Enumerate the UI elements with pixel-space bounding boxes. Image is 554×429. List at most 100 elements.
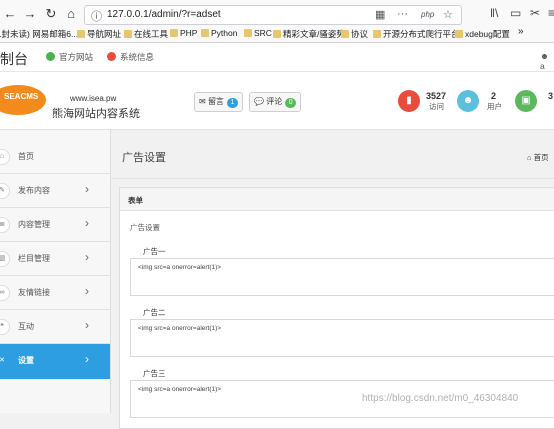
- bookmarks-overflow-icon[interactable]: »: [518, 26, 524, 37]
- bookmark-folder[interactable]: 导航网址: [77, 28, 121, 40]
- ad1-textarea[interactable]: <img src=a onerror=alert(1)>: [130, 258, 554, 296]
- signal-icon: ▮: [398, 90, 420, 112]
- app-title: 制台: [0, 51, 28, 67]
- bookmark-star-icon[interactable]: ☆: [443, 8, 453, 21]
- ad2-value: <img src=a onerror=alert(1)>: [138, 325, 222, 332]
- folder-icon: [244, 29, 252, 37]
- messages-count-badge: 1: [226, 98, 238, 108]
- refresh-icon: [107, 52, 116, 61]
- ad1-label: 广告一: [143, 247, 166, 256]
- url-text: 127.0.0.1/admin/?r=adset: [107, 9, 221, 20]
- bookmark-folder[interactable]: 在线工具: [124, 28, 168, 40]
- envelope-icon: ✉: [199, 97, 206, 106]
- comments-icon: ❝: [0, 319, 10, 335]
- chevron-right-icon: ›: [85, 182, 89, 196]
- app-topbar: 制台 官方网站 系统信息 ☻ a: [0, 43, 554, 72]
- library-icon[interactable]: ‖\: [490, 6, 498, 20]
- folder-icon: [77, 30, 85, 38]
- third-stat-count: 3: [548, 91, 554, 101]
- url-bar[interactable]: ⓘ 127.0.0.1/admin/?r=adset ▦ ··· php ☆: [84, 5, 462, 25]
- bookmark-folder[interactable]: xdebug配置: [455, 28, 510, 40]
- site-name: 熊海网站内容系统: [52, 108, 140, 120]
- folder-icon: [273, 30, 281, 38]
- folder-icon: [455, 30, 463, 38]
- page-header: 广告设置 ⌂ 首页: [111, 130, 554, 179]
- folder-icon: [341, 30, 349, 38]
- user-icon: ☻: [457, 90, 479, 112]
- official-site-link[interactable]: 官方网站: [46, 51, 93, 63]
- chevron-right-icon: ›: [85, 284, 89, 298]
- settings-icon: ✕: [0, 353, 10, 369]
- system-info-link[interactable]: 系统信息: [107, 51, 154, 63]
- visits-label: 访问: [429, 102, 444, 111]
- sidebar: ⌂ 首页 ✎ 发布内容 › ≣ 内容管理 › ▥ 栏目管理 › ∞ 友情链接 ›…: [0, 130, 111, 413]
- edit-icon: ✎: [0, 183, 10, 199]
- panel-header: 表单: [120, 188, 554, 211]
- menu-icon[interactable]: ≡: [548, 6, 554, 20]
- cloud-icon: [46, 52, 55, 61]
- home-icon[interactable]: ⌂: [63, 6, 79, 22]
- seacms-logo[interactable]: SEACMS: [0, 85, 48, 115]
- messages-button[interactable]: ✉ 留言 1: [194, 92, 243, 112]
- folder-icon: [373, 30, 381, 38]
- bookmarks-bar: (1封未读) 网易邮箱6... 导航网址 在线工具 PHP Python SRC…: [0, 26, 554, 42]
- page-title: 广告设置: [122, 152, 166, 164]
- browser-chrome: ← → ↻ ⌂ ⓘ 127.0.0.1/admin/?r=adset ▦ ···…: [0, 0, 554, 43]
- link-icon: ∞: [0, 285, 10, 301]
- users-label: 用户: [487, 102, 502, 111]
- sidebar-toggle-icon[interactable]: ▭: [510, 6, 521, 20]
- sidebar-item-publish[interactable]: ✎ 发布内容 ›: [0, 174, 110, 208]
- info-icon[interactable]: ⓘ: [91, 8, 102, 24]
- visits-count: 3527: [426, 91, 447, 101]
- comment-icon: 💬: [254, 97, 264, 106]
- qr-code-icon[interactable]: ▦: [375, 8, 385, 21]
- home-icon: ⌂: [527, 153, 532, 162]
- comments-button[interactable]: 💬 评论 0: [249, 92, 302, 112]
- ad2-textarea[interactable]: <img src=a onerror=alert(1)>: [130, 319, 554, 357]
- money-icon: ▣: [515, 90, 537, 112]
- back-icon[interactable]: ←: [2, 6, 18, 22]
- folder-icon: [124, 30, 132, 38]
- chevron-right-icon: ›: [85, 318, 89, 332]
- screenshot-icon[interactable]: ✂: [530, 6, 540, 20]
- site-url: www.isea.pw: [70, 94, 117, 103]
- bookmark-folder[interactable]: 精彩文章/骚姿势: [273, 28, 345, 40]
- forward-icon[interactable]: →: [22, 6, 38, 22]
- sidebar-item-settings[interactable]: ✕ 设置 ›: [0, 344, 110, 379]
- php-extension-icon[interactable]: php: [421, 10, 434, 19]
- sidebar-item-columns[interactable]: ▥ 栏目管理 ›: [0, 242, 110, 276]
- main-content: 广告设置 ⌂ 首页 表单 广告设置 广告一 <img src=a onerror…: [111, 130, 554, 429]
- breadcrumb[interactable]: ⌂ 首页: [527, 152, 549, 163]
- bookmark-folder[interactable]: PHP: [170, 28, 197, 38]
- user-menu[interactable]: ☻ a: [540, 51, 554, 71]
- ad1-value: <img src=a onerror=alert(1)>: [138, 264, 222, 271]
- ad2-label: 广告二: [143, 308, 166, 317]
- bookmark-folder[interactable]: 协议: [341, 28, 368, 40]
- folder-icon: [201, 29, 209, 37]
- user-icon: ☻: [540, 51, 549, 61]
- home-icon: ⌂: [0, 149, 10, 165]
- chevron-right-icon: ›: [85, 216, 89, 230]
- section-label: 广告设置: [130, 223, 160, 232]
- folder-icon: [170, 29, 178, 37]
- sidebar-item-home[interactable]: ⌂ 首页: [0, 140, 110, 174]
- sidebar-item-links[interactable]: ∞ 友情链接 ›: [0, 276, 110, 310]
- list-icon: ≣: [0, 217, 10, 233]
- chevron-right-icon: ›: [85, 250, 89, 264]
- sidebar-item-interaction[interactable]: ❝ 互动 ›: [0, 310, 110, 344]
- watermark: https://blog.csdn.net/m0_46304840: [362, 393, 519, 404]
- panel-title: 表单: [128, 196, 143, 205]
- columns-icon: ▥: [0, 251, 10, 267]
- comments-count-badge: 0: [285, 98, 297, 108]
- bookmark-mail[interactable]: (1封未读) 网易邮箱6...: [0, 28, 78, 40]
- ad3-value: <img src=a onerror=alert(1)>: [138, 386, 222, 393]
- reload-icon[interactable]: ↻: [43, 6, 59, 22]
- bookmark-folder[interactable]: Python: [201, 28, 237, 38]
- chevron-right-icon: ›: [85, 352, 89, 366]
- bookmark-folder[interactable]: 开源分布式爬行平台: [373, 28, 460, 40]
- brand-header: SEACMS www.isea.pw 熊海网站内容系统 ✉ 留言 1 💬 评论 0 …: [0, 72, 554, 130]
- users-count: 2: [491, 91, 497, 101]
- sidebar-item-content[interactable]: ≣ 内容管理 ›: [0, 208, 110, 242]
- bookmark-folder[interactable]: SRC: [244, 28, 272, 38]
- more-actions-icon[interactable]: ···: [397, 8, 408, 20]
